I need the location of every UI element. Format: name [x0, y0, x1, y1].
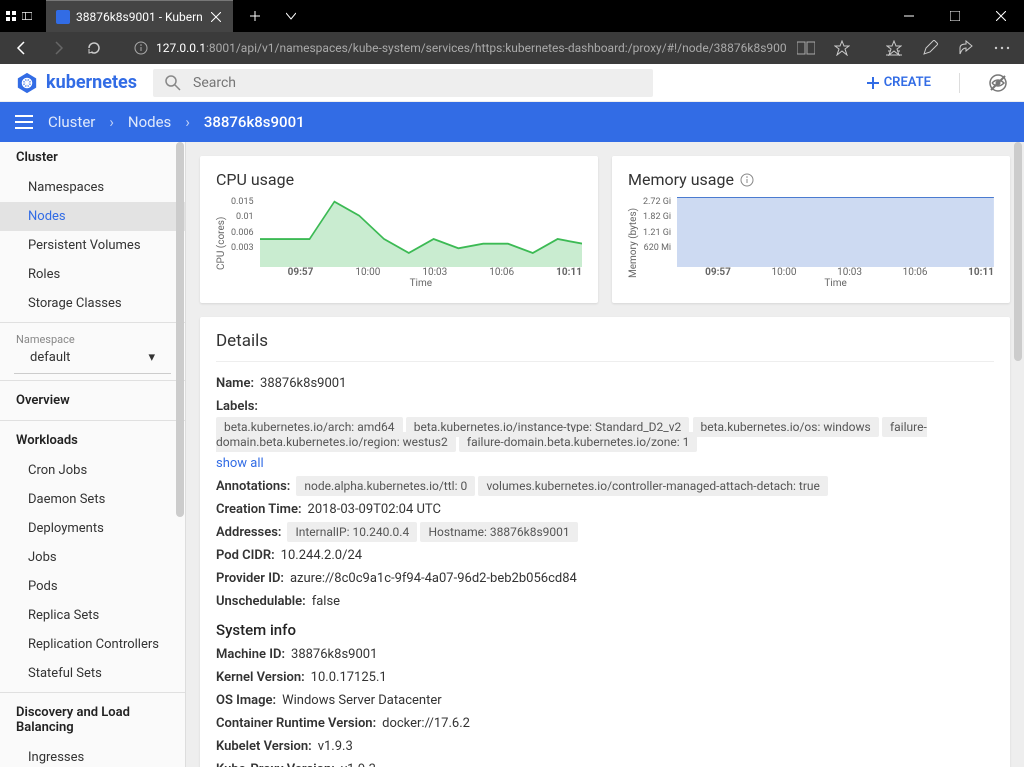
- cpu-chart: [260, 197, 582, 267]
- namespace-label: Namespace: [0, 327, 185, 346]
- namespace-select[interactable]: default ▾: [14, 346, 171, 374]
- memory-chart: [677, 197, 994, 267]
- chip: node.alpha.kubernetes.io/ttl: 0: [296, 476, 475, 496]
- create-button[interactable]: CREATE: [866, 75, 931, 90]
- browser-tab[interactable]: 38876k8s9001 - Kubern: [46, 0, 233, 32]
- chevron-right-icon: ›: [185, 113, 190, 131]
- sidebar-item[interactable]: Deployments: [0, 514, 185, 543]
- cpu-usage-title: CPU usage: [216, 170, 582, 189]
- search-icon: [165, 75, 181, 91]
- memory-usage-title: Memory usage: [628, 170, 734, 189]
- details-card: Details Name: 38876k8s9001 Labels: beta.…: [200, 317, 1010, 767]
- sidebar: Cluster NamespacesNodesPersistent Volume…: [0, 142, 186, 767]
- chevron-down-icon: ▾: [148, 350, 155, 365]
- favorite-icon[interactable]: [826, 32, 858, 64]
- sidebar-section-dlb[interactable]: Discovery and Load Balancing: [0, 697, 185, 743]
- kubernetes-logo[interactable]: kubernetes: [16, 72, 137, 94]
- edge-apps-icon[interactable]: [6, 11, 16, 21]
- search-input[interactable]: [193, 75, 641, 91]
- sidebar-item[interactable]: Storage Classes: [0, 289, 185, 318]
- sidebar-item[interactable]: Roles: [0, 260, 185, 289]
- breadcrumb-current: 38876k8s9001: [204, 113, 305, 131]
- details-title: Details: [216, 331, 994, 362]
- sidebar-item[interactable]: Ingresses: [0, 743, 185, 767]
- reading-view-icon[interactable]: [790, 32, 822, 64]
- logo-text: kubernetes: [46, 72, 137, 93]
- sidebar-item[interactable]: Pods: [0, 572, 185, 601]
- browser-titlebar: 38876k8s9001 - Kubern: [0, 0, 1024, 32]
- tab-preview-icon[interactable]: [22, 11, 32, 21]
- tab-favicon: [56, 10, 70, 24]
- system-info-heading: System info: [216, 613, 994, 643]
- favorites-bar-icon[interactable]: [878, 32, 910, 64]
- notes-icon[interactable]: [914, 32, 946, 64]
- forward-button[interactable]: [42, 32, 74, 64]
- namespace-toggle-icon[interactable]: [988, 73, 1008, 93]
- new-tab-button[interactable]: [241, 11, 269, 21]
- close-tab-icon[interactable]: [209, 10, 223, 24]
- back-button[interactable]: [6, 32, 38, 64]
- sidebar-item[interactable]: Cron Jobs: [0, 456, 185, 485]
- sidebar-item[interactable]: Replica Sets: [0, 601, 185, 630]
- show-all-labels[interactable]: show all: [216, 456, 264, 471]
- sidebar-item[interactable]: Persistent Volumes: [0, 231, 185, 260]
- tab-title: 38876k8s9001 - Kubern: [76, 10, 203, 24]
- chip: volumes.kubernetes.io/controller-managed…: [478, 476, 827, 496]
- sidebar-item[interactable]: Daemon Sets: [0, 485, 185, 514]
- chip: beta.kubernetes.io/os: windows: [693, 417, 879, 437]
- browser-addressbar: 127.0.0.1:8001/api/v1/namespaces/kube-sy…: [0, 32, 1024, 64]
- window-minimize-button[interactable]: [886, 0, 932, 32]
- sidebar-item[interactable]: Jobs: [0, 543, 185, 572]
- plus-icon: [866, 76, 880, 90]
- sidebar-item[interactable]: Replication Controllers: [0, 630, 185, 659]
- sidebar-overview[interactable]: Overview: [0, 385, 185, 416]
- scrollbar-thumb[interactable]: [176, 142, 184, 517]
- chevron-right-icon: ›: [109, 113, 114, 131]
- url-field[interactable]: 127.0.0.1:8001/api/v1/namespaces/kube-sy…: [152, 41, 786, 55]
- sidebar-item[interactable]: Stateful Sets: [0, 659, 185, 688]
- chip: failure-domain.beta.kubernetes.io/zone: …: [459, 432, 697, 452]
- breadcrumb-bar: Cluster › Nodes › 38876k8s9001: [0, 102, 1024, 142]
- app-header: kubernetes CREATE: [0, 64, 1024, 102]
- breadcrumb-nodes[interactable]: Nodes: [128, 113, 171, 131]
- kubernetes-wheel-icon: [16, 72, 38, 94]
- more-icon[interactable]: [986, 32, 1018, 64]
- menu-icon[interactable]: [14, 115, 34, 129]
- sidebar-item[interactable]: Nodes: [0, 202, 185, 231]
- refresh-button[interactable]: [78, 32, 110, 64]
- scrollbar-thumb[interactable]: [1014, 142, 1022, 361]
- cpu-usage-card: CPU usage CPU (cores) 0.0150.010.0060.00…: [200, 156, 598, 303]
- chip: InternalIP: 10.240.0.4: [287, 522, 417, 542]
- memory-usage-card: Memory usage Memory (bytes) 2.72 Gi1.82 …: [612, 156, 1010, 303]
- info-icon[interactable]: [740, 173, 754, 187]
- chip: Hostname: 38876k8s9001: [420, 522, 577, 542]
- tab-tools-button[interactable]: [277, 11, 305, 21]
- breadcrumb-cluster[interactable]: Cluster: [48, 113, 95, 131]
- info-icon[interactable]: [134, 41, 148, 55]
- sidebar-item[interactable]: Namespaces: [0, 173, 185, 202]
- share-icon[interactable]: [950, 32, 982, 64]
- sidebar-section-workloads[interactable]: Workloads: [0, 425, 185, 456]
- window-close-button[interactable]: [978, 0, 1024, 32]
- content-area: CPU usage CPU (cores) 0.0150.010.0060.00…: [186, 142, 1024, 767]
- search-box[interactable]: [153, 69, 653, 97]
- window-maximize-button[interactable]: [932, 0, 978, 32]
- sidebar-section-cluster[interactable]: Cluster: [0, 142, 185, 173]
